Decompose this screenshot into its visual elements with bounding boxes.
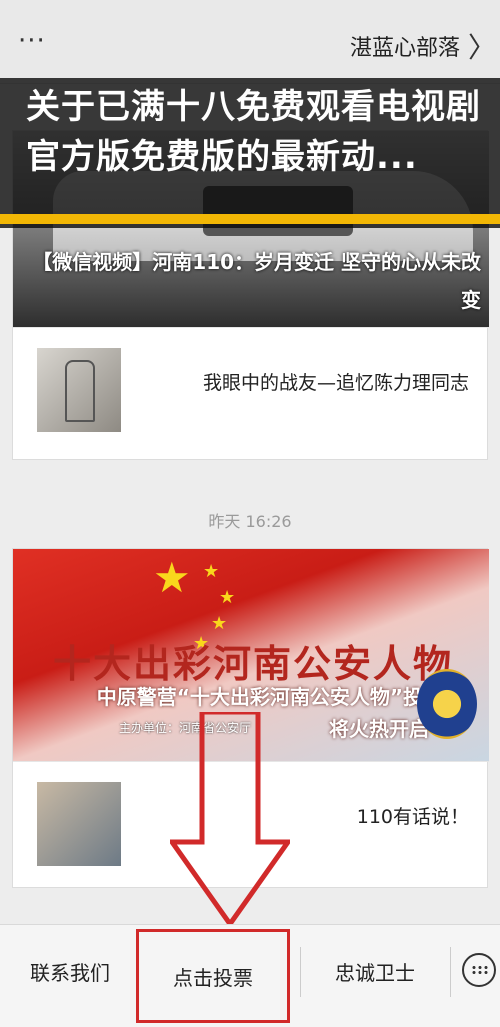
headline-accent-bar (0, 214, 500, 224)
star-icon: ★ (153, 553, 191, 602)
timestamp: 昨天 16:26 (208, 512, 292, 531)
police-emblem-icon (417, 669, 477, 739)
banner-title: 十大出彩河南公安人物 (52, 642, 453, 686)
chevron-icon[interactable]: 〉 (468, 26, 496, 66)
headline-overlay: 关于已满十八免费观看电视剧官方版免费版的最新动... (0, 78, 500, 228)
divider (450, 947, 451, 997)
more-icon[interactable]: ··· (18, 26, 46, 56)
figure-drawing (65, 360, 95, 422)
menu-vote-button[interactable]: 点击投票 (136, 929, 290, 1023)
keyboard-icon[interactable] (462, 953, 496, 987)
banner-subtitle: 中原警营“十大出彩河南公安人物”投票即 (96, 685, 463, 709)
headline-text: 关于已满十八免费观看电视剧官方版免费版的最新动... (26, 87, 481, 177)
menu-label: 联系我们 (30, 960, 110, 985)
top-bar: ··· 湛蓝心部落 〉 (0, 0, 500, 84)
star-icon: ★ (211, 613, 228, 634)
list-item-title: 我眼中的战友—追忆陈力理同志 (202, 372, 469, 394)
list-item-title: 110有话说！ (356, 806, 469, 828)
menu-label: 忠诚卫士 (335, 960, 415, 985)
menu-label: 点击投票 (173, 965, 253, 990)
account-name: 湛蓝心部落 (349, 36, 460, 61)
image-caption-1: 【微信视频】河南110：岁月变迁 坚守的心从未改变 (32, 250, 481, 312)
thumbnail-photo (37, 782, 121, 866)
menu-contact-us[interactable]: 联系我们 (0, 925, 140, 1017)
bottom-menu-bar: 联系我们 点击投票 忠诚卫士 (0, 924, 500, 1027)
star-icon: ★ (203, 561, 220, 582)
thumbnail-sketch (37, 348, 121, 432)
banner-opening: 将火热开启 (329, 717, 429, 741)
down-arrow-icon (170, 712, 290, 927)
star-icon: ★ (219, 587, 236, 608)
list-item[interactable]: 我眼中的战友—追忆陈力理同志 (13, 327, 489, 437)
menu-loyal-guard[interactable]: 忠诚卫士 (300, 925, 450, 1017)
